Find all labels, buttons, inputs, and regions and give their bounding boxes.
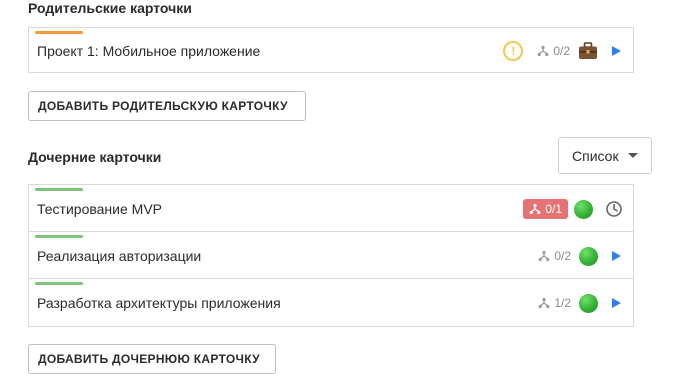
card-actions: 0/1 [523, 197, 623, 221]
card-title: Тестирование MVP [37, 201, 162, 217]
subtasks-count: 0/1 [545, 202, 562, 216]
subtasks-icon [538, 297, 550, 309]
parent-cards-heading: Родительские карточки [28, 0, 192, 16]
green-status-icon [579, 246, 598, 266]
child-card[interactable]: Разработка архитектуры приложения 1/2 [29, 279, 633, 326]
warning-icon: ! [503, 41, 524, 61]
card-title: Реализация авторизации [37, 248, 202, 264]
briefcase-icon [579, 42, 597, 59]
card-title: Разработка архитектуры приложения [37, 295, 281, 311]
subtasks-icon [537, 45, 549, 57]
subtasks-counter[interactable]: 0/2 [537, 44, 570, 58]
subtasks-count: 0/2 [553, 44, 570, 58]
child-cards-heading: Дочерние карточки [28, 149, 162, 165]
card-actions: 1/2 [538, 291, 623, 315]
card-color-stripe [35, 31, 83, 34]
play-icon[interactable] [612, 298, 621, 308]
subtasks-counter[interactable]: 1/2 [538, 296, 571, 310]
card-color-stripe [35, 235, 83, 238]
card-color-stripe [35, 282, 83, 285]
parent-card[interactable]: Проект 1: Мобильное приложение ! 0/2 [28, 27, 634, 73]
add-parent-card-button[interactable]: ДОБАВИТЬ РОДИТЕЛЬСКУЮ КАРТОЧКУ [28, 91, 306, 121]
add-child-card-button[interactable]: ДОБАВИТЬ ДОЧЕРНЮЮ КАРТОЧКУ [28, 344, 276, 374]
child-card[interactable]: Реализация авторизации 0/2 [29, 232, 633, 279]
card-actions: 0/2 [538, 244, 623, 268]
green-status-icon [574, 199, 593, 219]
subtasks-count: 1/2 [554, 296, 571, 310]
subtasks-counter[interactable]: 0/1 [523, 199, 568, 219]
chevron-down-icon [627, 153, 638, 158]
play-icon[interactable] [612, 251, 621, 261]
subtasks-count: 0/2 [554, 249, 571, 263]
subtasks-counter[interactable]: 0/2 [538, 249, 571, 263]
green-status-icon [579, 293, 598, 313]
clock-icon[interactable] [605, 200, 623, 218]
child-card[interactable]: Тестирование MVP 0/1 [29, 185, 633, 232]
card-actions: ! 0/2 [503, 39, 623, 63]
subtasks-icon [538, 250, 550, 262]
card-title: Проект 1: Мобильное приложение [37, 43, 261, 59]
subtasks-icon [529, 203, 541, 215]
cards-panel: Родительские карточки Проект 1: Мобильно… [0, 0, 680, 382]
play-icon[interactable] [612, 46, 621, 56]
child-cards-list: Тестирование MVP 0/1 Реализация авториза… [28, 184, 634, 327]
view-mode-select[interactable]: Список [558, 137, 652, 174]
view-mode-value: Список [572, 147, 619, 164]
card-color-stripe [35, 188, 83, 191]
